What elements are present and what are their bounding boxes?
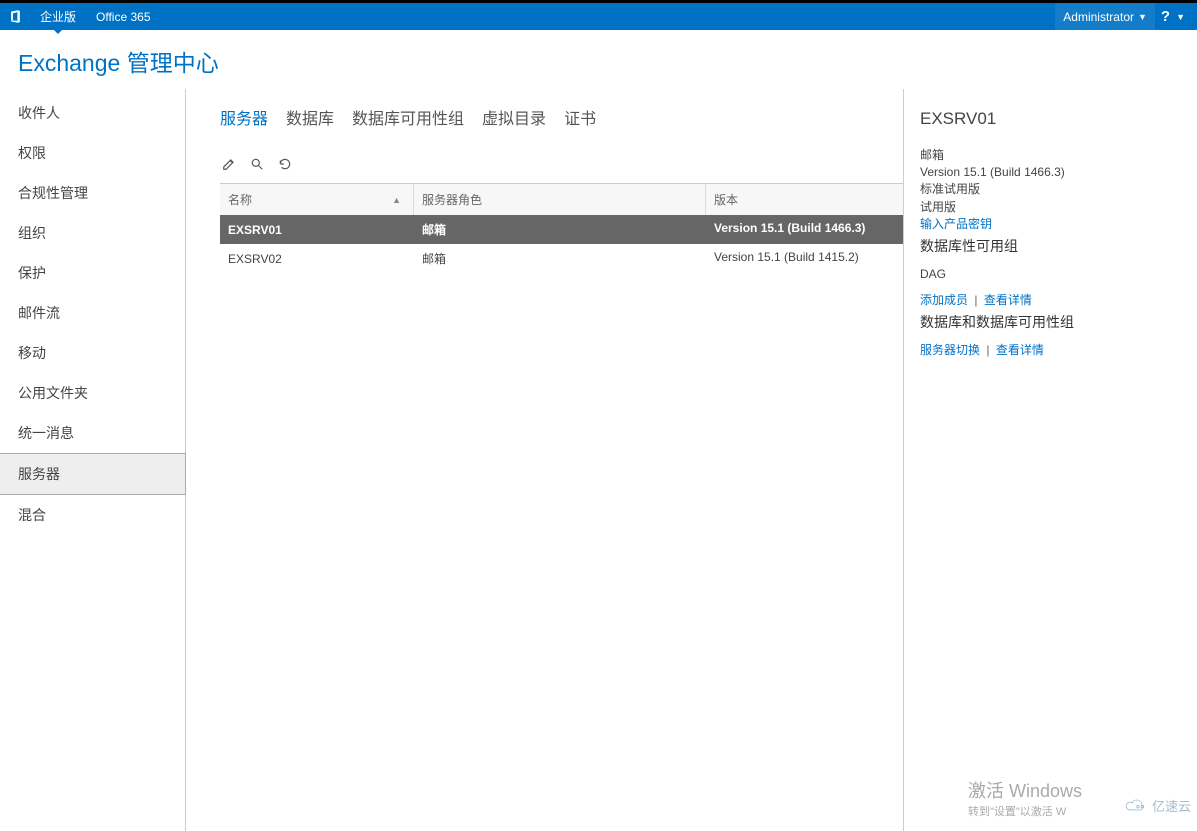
sidebar-item-permissions[interactable]: 权限 <box>0 133 185 173</box>
help-icon: ? <box>1161 8 1170 25</box>
add-member-link[interactable]: 添加成员 <box>920 293 968 307</box>
user-menu[interactable]: Administrator ▼ <box>1055 3 1155 30</box>
sidebar-item-organization[interactable]: 组织 <box>0 213 185 253</box>
caret-down-icon: ▼ <box>1138 12 1147 22</box>
column-name[interactable]: 名称 ▲ <box>220 184 414 215</box>
tab-virtual-directories[interactable]: 虚拟目录 <box>482 105 546 129</box>
cell-name: EXSRV01 <box>220 215 414 244</box>
view-details-link-2[interactable]: 查看详情 <box>996 343 1044 357</box>
sidebar-item-mailflow[interactable]: 邮件流 <box>0 293 185 333</box>
enter-product-key-link[interactable]: 输入产品密钥 <box>920 217 992 231</box>
tab-certificates[interactable]: 证书 <box>564 105 596 129</box>
refresh-icon <box>278 157 292 171</box>
caret-down-icon: ▼ <box>1176 12 1185 22</box>
search-icon <box>250 157 264 171</box>
sidebar-item-hybrid[interactable]: 混合 <box>0 495 185 535</box>
sidebar-item-unified-messaging[interactable]: 统一消息 <box>0 413 185 453</box>
topbar-office365-label: Office 365 <box>96 10 150 24</box>
top-bar: 企业版 Office 365 Administrator ▼ ? ▼ <box>0 3 1197 30</box>
table-row[interactable]: EXSRV01 邮箱 Version 15.1 (Build 1466.3) <box>220 215 903 244</box>
topbar-enterprise-label: 企业版 <box>40 8 76 25</box>
sidebar-item-mobile[interactable]: 移动 <box>0 333 185 373</box>
details-version: Version 15.1 (Build 1466.3) <box>920 164 1181 180</box>
cell-name: EXSRV02 <box>220 244 414 273</box>
dag-name: DAG <box>920 266 1181 282</box>
user-name: Administrator <box>1063 10 1134 24</box>
servers-table: 名称 ▲ 服务器角色 版本 EXSRV01 邮箱 Version 15.1 (B… <box>220 183 903 273</box>
edit-button[interactable] <box>220 155 238 173</box>
details-title: EXSRV01 <box>920 109 1181 129</box>
refresh-button[interactable] <box>276 155 294 173</box>
tab-dag[interactable]: 数据库可用性组 <box>352 105 464 129</box>
details-license: 试用版 <box>920 199 1181 215</box>
separator: | <box>974 293 977 307</box>
details-pane: EXSRV01 邮箱 Version 15.1 (Build 1466.3) 标… <box>903 89 1197 831</box>
tab-databases[interactable]: 数据库 <box>286 105 334 129</box>
details-edition: 标准试用版 <box>920 181 1181 197</box>
table-row[interactable]: EXSRV02 邮箱 Version 15.1 (Build 1415.2) <box>220 244 903 273</box>
details-role: 邮箱 <box>920 147 1181 163</box>
dag-section-heading: 数据库性可用组 <box>920 236 1181 256</box>
sidebar-item-recipients[interactable]: 收件人 <box>0 93 185 133</box>
sidebar-item-protection[interactable]: 保护 <box>0 253 185 293</box>
column-role[interactable]: 服务器角色 <box>414 184 706 215</box>
topbar-office365-link[interactable]: Office 365 <box>86 3 160 30</box>
office-logo-icon <box>0 3 30 30</box>
sidebar-item-public-folders[interactable]: 公用文件夹 <box>0 373 185 413</box>
tabs: 服务器 数据库 数据库可用性组 虚拟目录 证书 <box>220 89 903 155</box>
cell-version: Version 15.1 (Build 1466.3) <box>706 215 903 244</box>
cell-role: 邮箱 <box>414 215 706 244</box>
sidebar: 收件人 权限 合规性管理 组织 保护 邮件流 移动 公用文件夹 统一消息 服务器… <box>0 89 186 831</box>
table-header: 名称 ▲ 服务器角色 版本 <box>220 184 903 215</box>
sidebar-item-servers[interactable]: 服务器 <box>0 453 186 495</box>
switchover-link[interactable]: 服务器切换 <box>920 343 980 357</box>
toolbar <box>220 155 903 183</box>
column-version[interactable]: 版本 <box>706 184 903 215</box>
search-button[interactable] <box>248 155 266 173</box>
sidebar-item-compliance[interactable]: 合规性管理 <box>0 173 185 213</box>
topbar-enterprise-link[interactable]: 企业版 <box>30 3 86 30</box>
sort-asc-icon: ▲ <box>392 195 401 205</box>
tab-servers[interactable]: 服务器 <box>220 105 268 129</box>
cell-role: 邮箱 <box>414 244 706 273</box>
page-title: Exchange 管理中心 <box>18 44 1179 78</box>
title-area: Exchange 管理中心 <box>0 30 1197 89</box>
help-menu[interactable]: ? ▼ <box>1155 8 1191 25</box>
pencil-icon <box>222 157 236 171</box>
cell-version: Version 15.1 (Build 1415.2) <box>706 244 903 273</box>
view-details-link[interactable]: 查看详情 <box>984 293 1032 307</box>
separator: | <box>986 343 989 357</box>
db-dag-heading: 数据库和数据库可用性组 <box>920 312 1181 332</box>
